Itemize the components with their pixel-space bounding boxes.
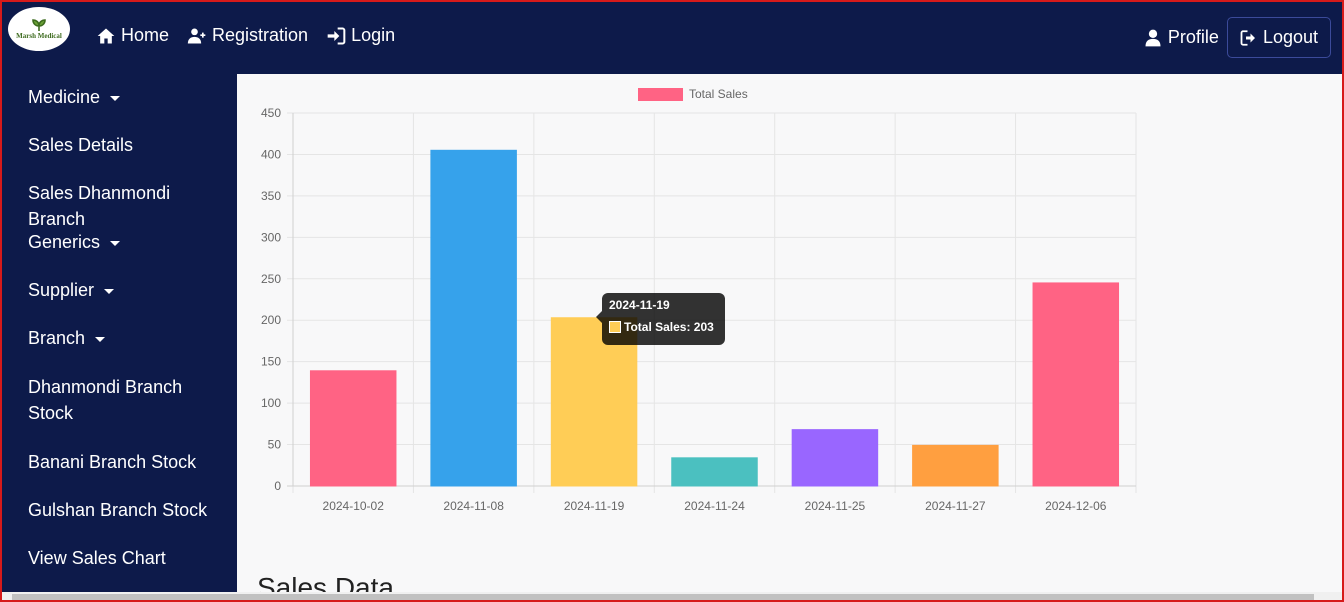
sidebar-item-label: Branch xyxy=(28,328,86,348)
x-tick-label: 2024-11-25 xyxy=(805,499,866,513)
x-tick-label: 2024-12-06 xyxy=(1045,499,1107,513)
sidebar-item-supplier[interactable]: Supplier xyxy=(28,277,228,303)
sidebar-item-label: Medicine xyxy=(28,87,101,107)
tooltip-swatch xyxy=(609,321,621,333)
chart-bar xyxy=(430,149,517,487)
sidebar-item-label: Supplier xyxy=(28,280,95,300)
y-tick-label: 300 xyxy=(261,230,281,244)
sidebar-item-branch[interactable]: Branch xyxy=(28,325,228,351)
x-tick-label: 2024-11-27 xyxy=(925,499,986,513)
chart-bar xyxy=(912,444,999,487)
sidebar-item-label: Dhanmondi Branch Stock xyxy=(28,377,183,423)
y-tick-label: 0 xyxy=(274,479,281,493)
sidebar-item-label: Generics xyxy=(28,232,101,252)
sign-out-icon xyxy=(1240,29,1255,46)
y-tick-label: 400 xyxy=(261,147,281,161)
x-tick-label: 2024-11-19 xyxy=(564,499,625,513)
chart-bar xyxy=(671,457,758,487)
nav-profile-link[interactable]: Profile xyxy=(1143,27,1219,48)
tooltip-value: Total Sales: 203 xyxy=(624,320,714,334)
x-tick-label: 2024-11-24 xyxy=(684,499,745,513)
sidebar-item-generics[interactable]: Generics xyxy=(28,229,228,255)
user-icon xyxy=(1145,29,1161,46)
caret-down-icon xyxy=(110,240,121,246)
y-tick-label: 50 xyxy=(268,438,282,452)
logout-button[interactable]: Logout xyxy=(1226,17,1331,58)
sidebar-item-label: Sales Dhanmondi Branch xyxy=(28,183,171,229)
sales-bar-chart[interactable]: 0 50 100 150 200 250 300 350 400 450 2024-10-02 202… xyxy=(237,74,1334,534)
horizontal-scrollbar[interactable] xyxy=(2,592,1342,602)
sidebar-item-gulshan-stock[interactable]: Gulshan Branch Stock xyxy=(28,497,228,523)
y-tick-label: 250 xyxy=(261,272,281,286)
nav-registration-label: Registration xyxy=(212,25,309,45)
caret-down-icon xyxy=(110,95,121,101)
brand-logo[interactable]: Marsh Medical xyxy=(8,7,70,51)
top-navbar: Marsh Medical Home Registration Login Pr… xyxy=(0,0,1344,74)
nav-home-label: Home xyxy=(121,25,170,45)
sidebar: Medicine Sales Details Sales Dhanmondi B… xyxy=(2,74,237,602)
nav-home-link[interactable]: Home xyxy=(96,25,169,46)
chart-tooltip: 2024-11-19 Total Sales: 203 xyxy=(596,293,725,345)
tooltip-body: Total Sales: 203 xyxy=(609,320,718,334)
nav-registration-link[interactable]: Registration xyxy=(187,25,308,46)
sign-in-icon xyxy=(327,27,346,44)
nav-login-label: Login xyxy=(351,25,396,45)
sidebar-item-sales-details[interactable]: Sales Details xyxy=(28,132,228,158)
home-icon xyxy=(97,28,115,43)
tooltip-title: 2024-11-19 xyxy=(609,298,670,312)
nav-login-link[interactable]: Login xyxy=(326,25,395,46)
nav-profile-label: Profile xyxy=(1167,27,1219,47)
caret-down-icon xyxy=(95,336,106,342)
chart-bar xyxy=(1032,282,1120,487)
chart-bar xyxy=(791,429,879,487)
logo-text: Marsh Medical xyxy=(16,32,62,40)
sidebar-item-label: Sales Details xyxy=(28,135,134,155)
scrollbar-thumb[interactable] xyxy=(12,594,1314,600)
user-plus-icon xyxy=(187,28,206,43)
y-tick-label: 100 xyxy=(261,396,281,410)
sales-chart-panel: Total Sales 0 50 100 150 200 250 300 350 400 450 2… xyxy=(237,74,1334,594)
sidebar-item-dhanmondi-stock[interactable]: Dhanmondi Branch Stock xyxy=(28,374,198,426)
chart-bar xyxy=(309,370,397,487)
sidebar-item-sales-dhanmondi[interactable]: Sales Dhanmondi Branch xyxy=(28,180,228,232)
y-tick-label: 450 xyxy=(261,106,281,120)
y-tick-label: 150 xyxy=(261,355,281,369)
sidebar-item-medicine[interactable]: Medicine xyxy=(28,84,228,110)
sidebar-item-label: Gulshan Branch Stock xyxy=(28,500,208,520)
x-tick-label: 2024-11-08 xyxy=(443,499,504,513)
sidebar-item-label: Banani Branch Stock xyxy=(28,452,197,472)
y-tick-label: 200 xyxy=(261,313,281,327)
x-tick-label: 2024-10-02 xyxy=(323,499,385,513)
leaf-logo-icon xyxy=(32,19,46,31)
y-tick-label: 350 xyxy=(261,189,281,203)
sidebar-item-banani-stock[interactable]: Banani Branch Stock xyxy=(28,449,228,475)
sidebar-item-label: View Sales Chart xyxy=(28,548,166,568)
sidebar-item-view-sales-chart[interactable]: View Sales Chart xyxy=(28,545,228,571)
caret-down-icon xyxy=(104,288,115,294)
logout-label: Logout xyxy=(1262,27,1318,47)
